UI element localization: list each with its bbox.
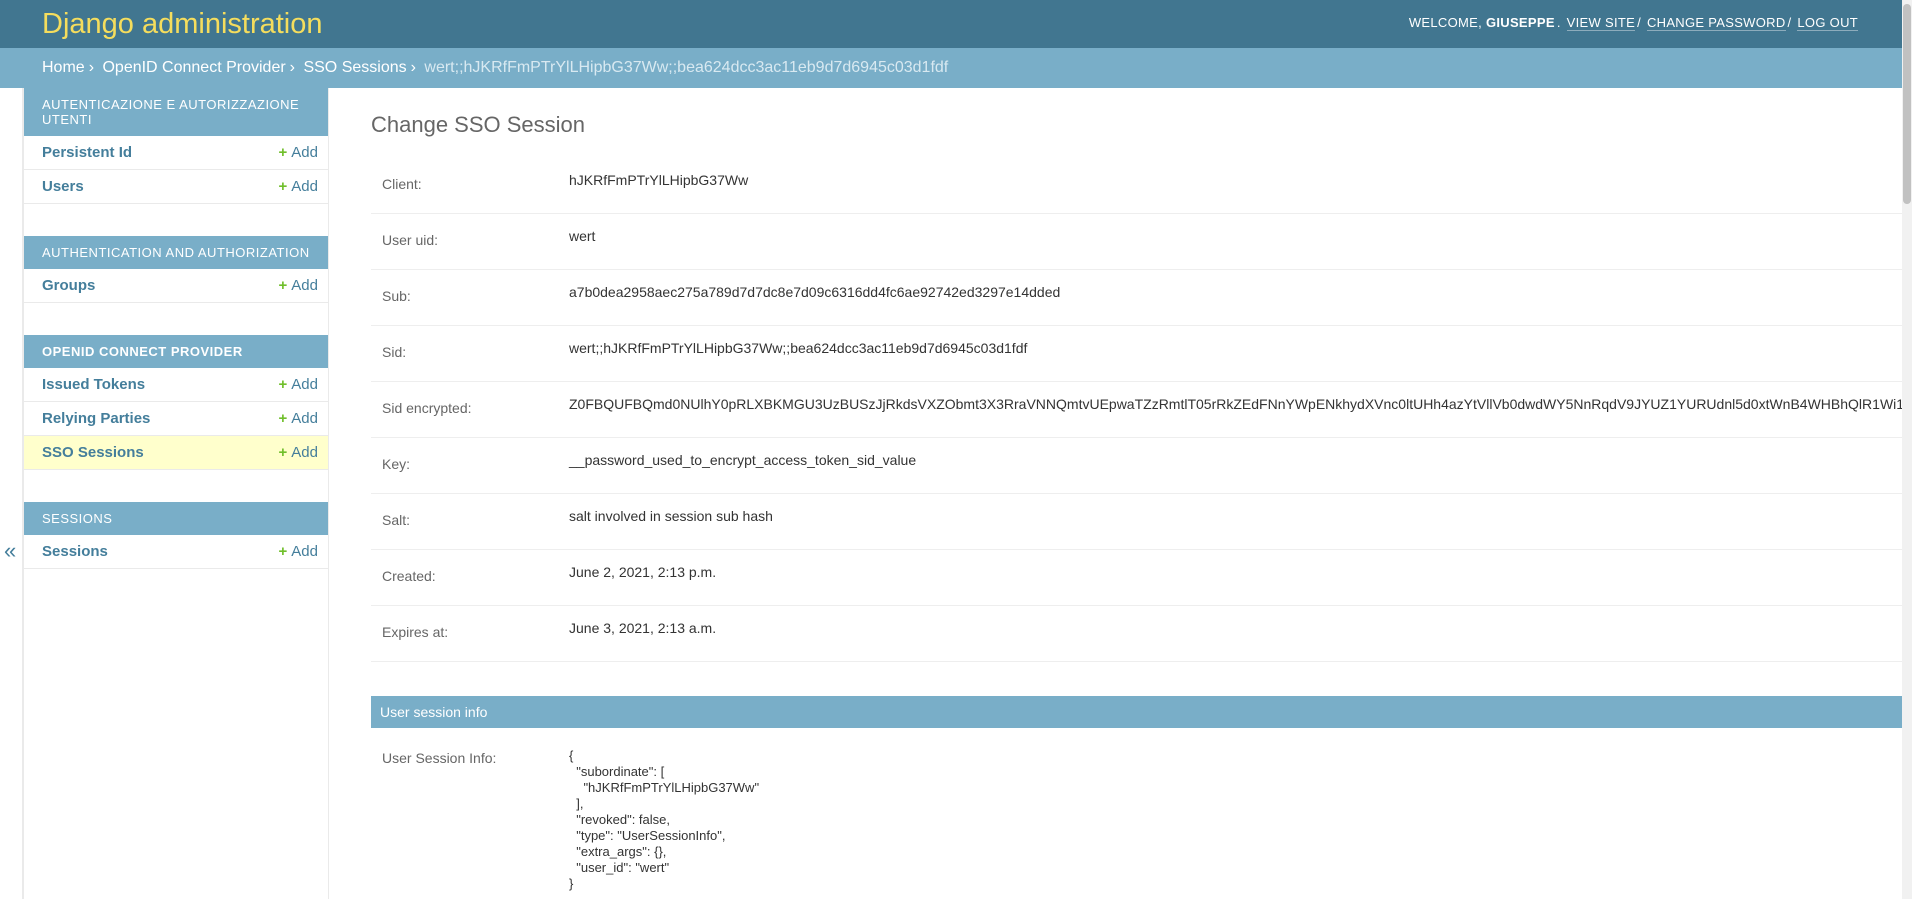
sidebar-item-link[interactable]: Groups	[42, 277, 95, 294]
field-label: Created:	[382, 568, 436, 584]
welcome-text: WELCOME,	[1408, 15, 1483, 30]
field-row-key: Key: __password_used_to_encrypt_access_t…	[371, 438, 1903, 494]
sidebar-item-sessions: Sessions + Add	[24, 535, 328, 569]
sidebar-item-groups: Groups + Add	[24, 269, 328, 303]
add-link[interactable]: + Add	[279, 376, 318, 393]
field-value: June 3, 2021, 2:13 a.m.	[569, 620, 717, 636]
field-row-sub: Sub: a7b0dea2958aec275a789d7d7dc8e7d09c6…	[371, 270, 1903, 326]
add-label: Add	[291, 376, 318, 393]
nav-sidebar: AUTENTICAZIONE E AUTORIZZAZIONE UTENTI P…	[23, 88, 329, 899]
main-content: Change SSO Session Client: hJKRfFmPTrYlL…	[371, 88, 1912, 899]
log-out-link[interactable]: LOG OUT	[1797, 15, 1858, 31]
sidebar-item-persistent-id: Persistent Id + Add	[24, 136, 328, 170]
field-row-client: Client: hJKRfFmPTrYlLHipbG37Ww	[371, 158, 1903, 214]
page-title: Change SSO Session	[371, 112, 586, 137]
plus-icon: +	[278, 277, 288, 294]
field-label: Salt:	[382, 512, 411, 528]
field-label: Expires at:	[382, 624, 449, 640]
breadcrumb-app[interactable]: OpenID Connect Provider	[102, 59, 285, 76]
plus-icon: +	[278, 543, 288, 560]
sidebar-item-link[interactable]: Persistent Id	[42, 144, 132, 161]
field-value: salt involved in session sub hash	[569, 508, 773, 524]
user-tools: WELCOME, GIUSEPPE. VIEW SITE / CHANGE PAS…	[1408, 15, 1858, 31]
module-caption[interactable]: AUTHENTICATION AND AUTHORIZATION	[24, 236, 328, 269]
add-link[interactable]: + Add	[279, 444, 318, 461]
user-session-info-label: User Session Info:	[382, 750, 497, 766]
field-row-created: Created: June 2, 2021, 2:13 p.m.	[371, 550, 1903, 606]
field-row-sid: Sid: wert;;hJKRfFmPTrYlLHipbG37Ww;;bea62…	[371, 326, 1903, 382]
field-label: Sid encrypted:	[382, 400, 472, 416]
module-auth: AUTHENTICATION AND AUTHORIZATION Groups …	[24, 236, 328, 303]
view-site-link[interactable]: VIEW SITE	[1566, 15, 1636, 31]
field-label: Sub:	[382, 288, 411, 304]
add-label: Add	[291, 144, 318, 161]
add-label: Add	[291, 444, 318, 461]
add-link[interactable]: + Add	[279, 543, 318, 560]
breadcrumb-model[interactable]: SSO Sessions	[303, 59, 406, 76]
sidebar-item-link[interactable]: Issued Tokens	[42, 376, 145, 393]
field-label: Client:	[382, 176, 422, 192]
add-link[interactable]: + Add	[279, 277, 318, 294]
sidebar-item-sso-sessions: SSO Sessions + Add	[24, 436, 328, 470]
sidebar-item-link[interactable]: Sessions	[42, 543, 108, 560]
field-row-salt: Salt: salt involved in session sub hash	[371, 494, 1903, 550]
module-caption[interactable]: OPENID CONNECT PROVIDER	[24, 335, 328, 368]
field-value: a7b0dea2958aec275a789d7d7dc8e7d09c6316dd…	[569, 284, 1061, 300]
module-caption[interactable]: SESSIONS	[24, 502, 328, 535]
plus-icon: +	[278, 376, 288, 393]
module-caption[interactable]: AUTENTICAZIONE E AUTORIZZAZIONE UTENTI	[24, 88, 328, 136]
toggle-nav-sidebar-button[interactable]: «	[0, 88, 23, 899]
field-row-user-uid: User uid: wert	[371, 214, 1903, 270]
sidebar-item-link[interactable]: SSO Sessions	[42, 444, 144, 461]
plus-icon: +	[278, 444, 288, 461]
add-link[interactable]: + Add	[279, 178, 318, 195]
sidebar-item-relying-parties: Relying Parties + Add	[24, 402, 328, 436]
sidebar-item-link[interactable]: Users	[42, 178, 84, 195]
sidebar-item-users: Users + Add	[24, 170, 328, 204]
site-title[interactable]: Django administration	[42, 8, 322, 41]
field-row-expires-at: Expires at: June 3, 2021, 2:13 a.m.	[371, 606, 1903, 662]
fieldset-title: User session info	[380, 704, 488, 720]
field-value: hJKRfFmPTrYlLHipbG37Ww	[569, 172, 749, 188]
field-value: wert;;hJKRfFmPTrYlLHipbG37Ww;;bea624dcc3…	[569, 340, 1028, 356]
user-session-info-json: { "subordinate": [ "hJKRfFmPTrYlLHipbG37…	[569, 748, 760, 891]
field-label: User uid:	[382, 232, 439, 248]
add-label: Add	[291, 543, 318, 560]
field-value: June 2, 2021, 2:13 p.m.	[569, 564, 717, 580]
scrollbar-thumb[interactable]	[1903, 4, 1911, 204]
field-value: Z0FBQUFBQmd0NUlhY0pRLXBKMGU3UzBUSzJjRkds…	[569, 396, 1903, 412]
module-sessions: SESSIONS Sessions + Add	[24, 502, 328, 569]
field-value: wert	[569, 228, 596, 244]
header: Django administration WELCOME, GIUSEPPE.…	[0, 0, 1912, 48]
breadcrumb-current: wert;;hJKRfFmPTrYlLHipbG37Ww;;bea624dcc3…	[424, 59, 949, 76]
sidebar-item-issued-tokens: Issued Tokens + Add	[24, 368, 328, 402]
plus-icon: +	[278, 410, 288, 427]
add-link[interactable]: + Add	[279, 144, 318, 161]
chevron-double-left-icon: «	[4, 538, 17, 563]
change-password-link[interactable]: CHANGE PASSWORD	[1646, 15, 1786, 31]
fieldset-header: User session info	[371, 696, 1903, 728]
plus-icon: +	[278, 144, 288, 161]
module-oidc-provider: OPENID CONNECT PROVIDER Issued Tokens + A…	[24, 335, 328, 470]
page-scrollbar[interactable]	[1902, 0, 1912, 899]
add-label: Add	[291, 277, 318, 294]
add-link[interactable]: + Add	[279, 410, 318, 427]
sidebar-item-link[interactable]: Relying Parties	[42, 410, 150, 427]
breadcrumb-home[interactable]: Home	[42, 59, 85, 76]
plus-icon: +	[278, 178, 288, 195]
add-label: Add	[291, 178, 318, 195]
breadcrumb: Home › OpenID Connect Provider › SSO Sessi…	[0, 48, 1902, 88]
username: GIUSEPPE	[1485, 15, 1555, 30]
field-value: __password_used_to_encrypt_access_token_…	[569, 452, 917, 468]
add-label: Add	[291, 410, 318, 427]
field-row-sid-encrypted: Sid encrypted: Z0FBQUFBQmd0NUlhY0pRLXBKM…	[371, 382, 1903, 438]
field-label: Key:	[382, 456, 411, 472]
module-auth-it: AUTENTICAZIONE E AUTORIZZAZIONE UTENTI P…	[24, 88, 328, 204]
field-label: Sid:	[382, 344, 407, 360]
